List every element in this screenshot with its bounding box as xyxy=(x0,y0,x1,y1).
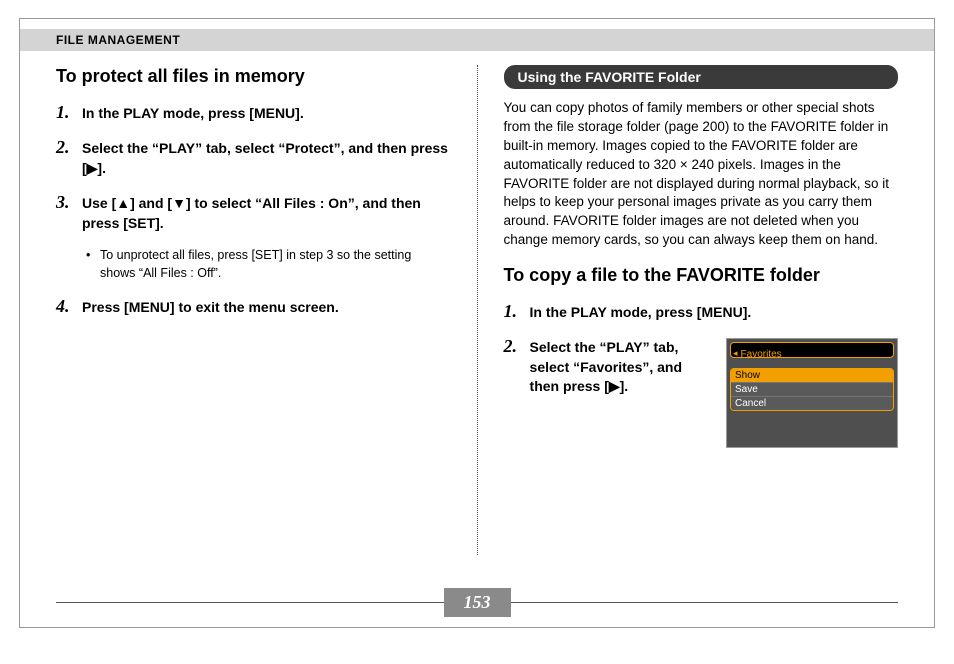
section-header-text: FILE MANAGEMENT xyxy=(56,33,898,47)
left-column: To protect all files in memory 1. In the… xyxy=(56,65,451,555)
step-number: 3. xyxy=(56,192,82,213)
document-page: FILE MANAGEMENT To protect all files in … xyxy=(19,18,935,628)
mock-menu-list: Show Save Cancel xyxy=(730,368,894,411)
note-text: To unprotect all files, press [SET] in s… xyxy=(100,247,449,282)
content-columns: To protect all files in memory 1. In the… xyxy=(56,65,898,555)
footer-rule-right xyxy=(511,602,899,603)
mock-title-text: Favorites xyxy=(738,349,782,360)
right-column: Using the FAVORITE Folder You can copy p… xyxy=(504,65,898,555)
step-number: 2. xyxy=(504,336,530,357)
right-step-1: 1. In the PLAY mode, press [MENU]. xyxy=(504,301,898,323)
favorite-folder-description: You can copy photos of family members or… xyxy=(504,99,898,250)
camera-menu-screenshot: Favorites Show Save Cancel xyxy=(726,338,898,448)
step-text: Select the “PLAY” tab, select “Protect”,… xyxy=(82,139,449,178)
section-header-bar: FILE MANAGEMENT xyxy=(20,29,934,51)
step-text: In the PLAY mode, press [MENU]. xyxy=(530,303,752,323)
step-text: Press [MENU] to exit the menu screen. xyxy=(82,298,339,318)
mock-menu-item-save: Save xyxy=(731,383,893,397)
step-2-row: Select the “PLAY” tab, select “Favorites… xyxy=(530,338,898,448)
mock-menu-item-cancel: Cancel xyxy=(731,397,893,410)
step-text: Select the “PLAY” tab, select “Favorites… xyxy=(530,338,714,397)
bullet-icon: • xyxy=(86,247,100,282)
column-divider xyxy=(477,65,478,555)
step-number: 1. xyxy=(504,301,530,322)
step-3-note: • To unprotect all files, press [SET] in… xyxy=(86,247,449,282)
right-title: To copy a file to the FAVORITE folder xyxy=(504,264,898,287)
step-1: 1. In the PLAY mode, press [MENU]. xyxy=(56,102,449,124)
step-number: 1. xyxy=(56,102,82,123)
footer-rule-left xyxy=(56,602,444,603)
mock-menu-title: Favorites xyxy=(730,342,894,358)
page-number: 153 xyxy=(444,588,511,617)
step-number: 4. xyxy=(56,296,82,317)
step-text: Use [▲] and [▼] to select “All Files : O… xyxy=(82,194,449,233)
step-4: 4. Press [MENU] to exit the menu screen. xyxy=(56,296,449,318)
page-footer: 153 xyxy=(56,588,898,617)
mock-menu-item-show: Show xyxy=(731,369,893,383)
step-text: In the PLAY mode, press [MENU]. xyxy=(82,104,304,124)
step-3: 3. Use [▲] and [▼] to select “All Files … xyxy=(56,192,449,233)
step-number: 2. xyxy=(56,137,82,158)
step-2: 2. Select the “PLAY” tab, select “Protec… xyxy=(56,137,449,178)
right-step-2: 2. Select the “PLAY” tab, select “Favori… xyxy=(504,336,898,448)
favorite-folder-heading: Using the FAVORITE Folder xyxy=(504,65,898,89)
left-title: To protect all files in memory xyxy=(56,65,449,88)
